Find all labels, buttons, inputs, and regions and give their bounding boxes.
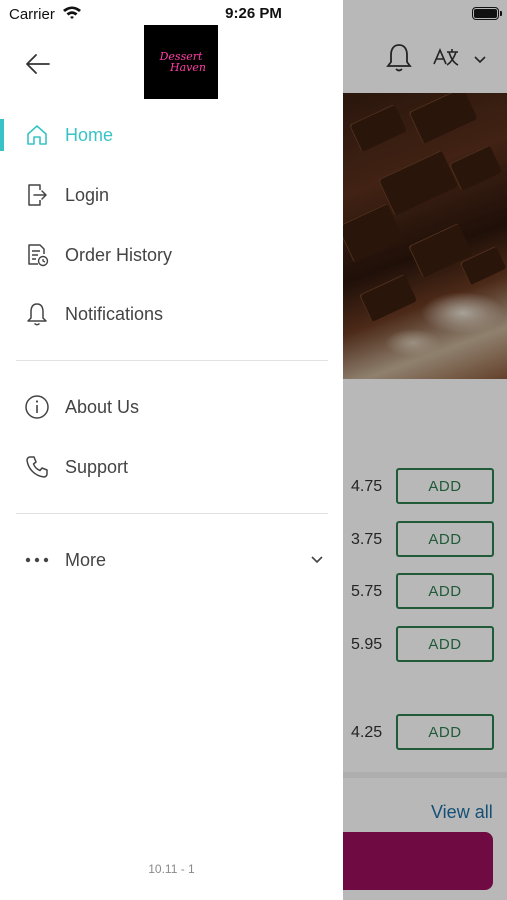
nav-item-label: About Us bbox=[65, 397, 140, 417]
menu-divider bbox=[16, 513, 328, 514]
carrier-label: Carrier bbox=[9, 6, 55, 23]
nav-item-notifications[interactable]: Notifications bbox=[0, 290, 343, 338]
more-dots-icon bbox=[24, 547, 50, 573]
brand-logo: Dessert Haven bbox=[144, 25, 218, 99]
nav-item-login[interactable]: Login bbox=[0, 171, 343, 219]
order-history-icon bbox=[24, 242, 50, 268]
home-icon bbox=[24, 122, 50, 148]
side-drawer: Dessert Haven Home Login Order History N… bbox=[0, 0, 343, 900]
phone-icon bbox=[24, 454, 50, 480]
nav-item-label: More bbox=[65, 550, 107, 570]
status-bar: Carrier 9:26 PM bbox=[0, 0, 507, 30]
nav-item-about-us[interactable]: About Us bbox=[0, 383, 343, 431]
app-version: 10.11 - 1 bbox=[148, 862, 195, 876]
logo-text-line2: Haven bbox=[170, 61, 206, 74]
menu-divider bbox=[16, 360, 328, 361]
arrow-left-icon bbox=[26, 54, 50, 74]
nav-item-home[interactable]: Home bbox=[0, 111, 343, 159]
wifi-icon bbox=[62, 5, 82, 25]
nav-item-label: Support bbox=[65, 457, 129, 477]
nav-item-label: Home bbox=[65, 125, 114, 145]
nav-item-more[interactable]: More bbox=[0, 536, 343, 584]
login-icon bbox=[24, 182, 50, 208]
nav-item-order-history[interactable]: Order History bbox=[0, 231, 343, 279]
bell-icon bbox=[24, 301, 50, 327]
active-indicator bbox=[0, 119, 4, 151]
nav-item-support[interactable]: Support bbox=[0, 443, 343, 491]
nav-item-label: Login bbox=[65, 185, 110, 205]
info-icon bbox=[24, 394, 50, 420]
nav-item-label: Notifications bbox=[65, 304, 164, 324]
nav-item-label: Order History bbox=[65, 245, 173, 265]
back-button[interactable] bbox=[22, 48, 54, 80]
chevron-down-icon[interactable] bbox=[310, 552, 324, 570]
battery-icon bbox=[472, 7, 502, 20]
